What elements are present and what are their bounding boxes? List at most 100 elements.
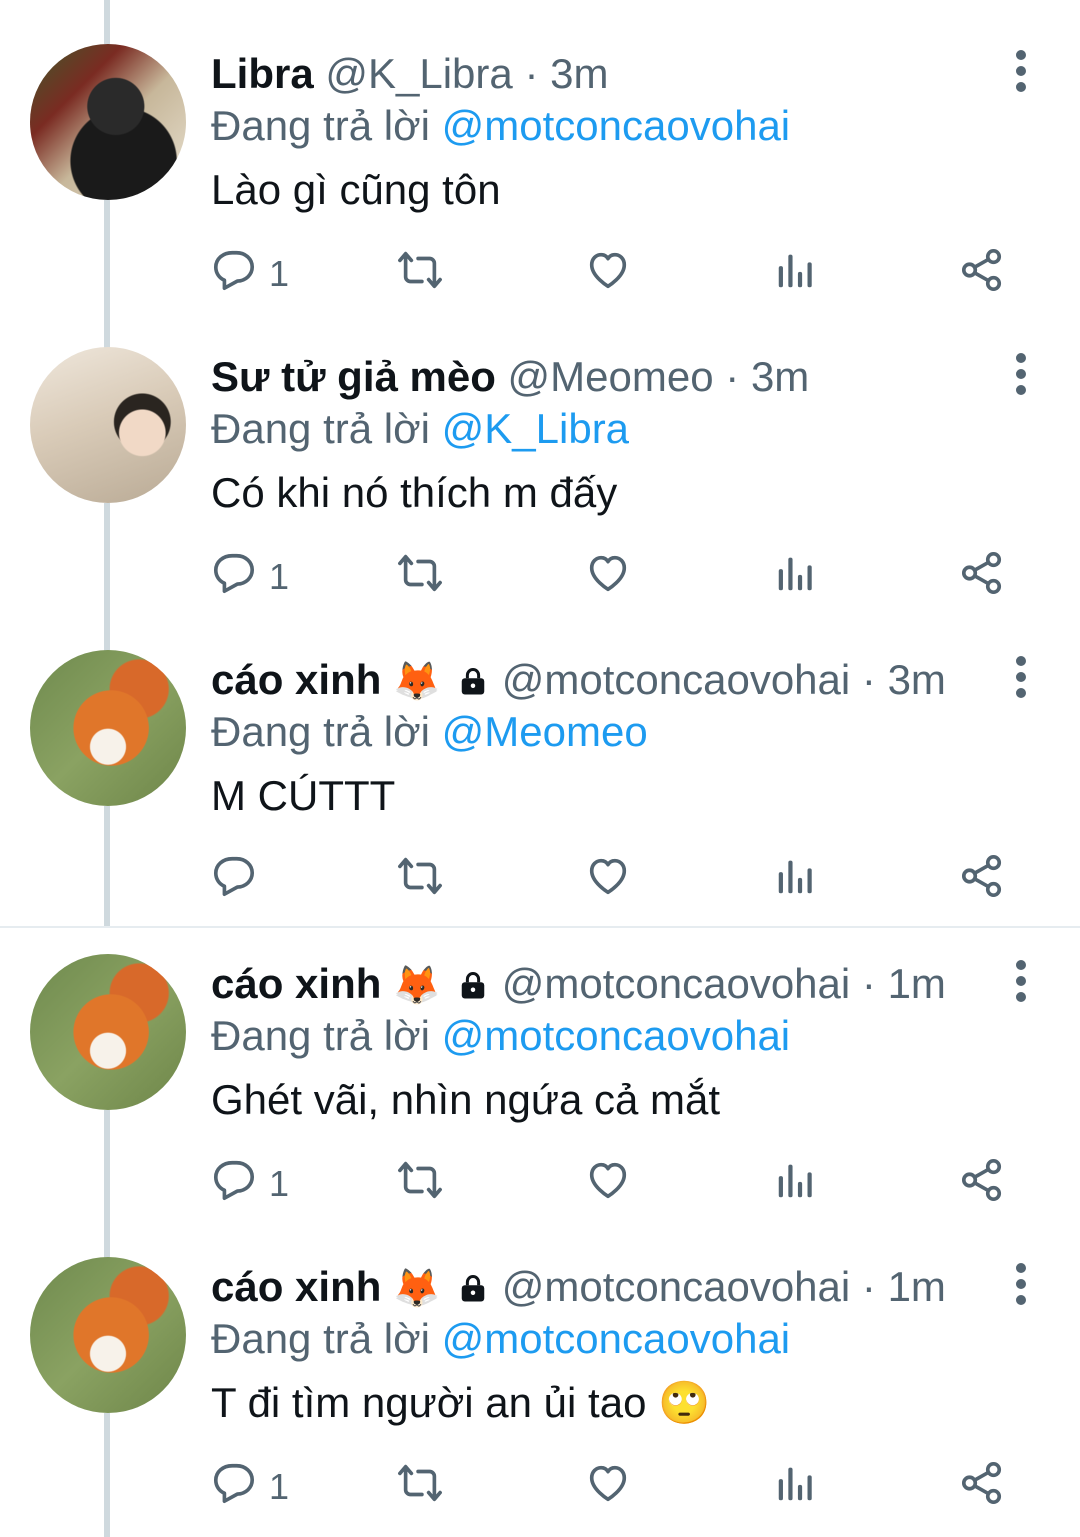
tweet-text: T đi tìm người an ủi tao 🙄 bbox=[211, 1379, 711, 1426]
like-button[interactable] bbox=[585, 854, 631, 906]
views-icon bbox=[773, 550, 819, 605]
replying-to: Đang trả lời @motconcaovohai bbox=[211, 1313, 790, 1365]
reply-count: 1 bbox=[269, 1466, 290, 1507]
user-handle[interactable]: @motconcaovohai bbox=[502, 1263, 851, 1310]
reply-icon bbox=[211, 247, 257, 302]
separator-dot: · bbox=[861, 1263, 876, 1310]
share-button[interactable] bbox=[959, 248, 1005, 300]
views-button[interactable] bbox=[773, 248, 819, 300]
display-name[interactable]: cáo xinh bbox=[211, 656, 381, 703]
views-button[interactable] bbox=[773, 854, 819, 906]
reply-button[interactable]: 1 bbox=[211, 1461, 289, 1513]
replying-prefix: Đang trả lời bbox=[211, 102, 430, 149]
reply-button[interactable]: 1 bbox=[211, 1158, 289, 1210]
replying-prefix: Đang trả lời bbox=[211, 405, 430, 452]
avatar[interactable] bbox=[30, 44, 186, 200]
like-button[interactable] bbox=[585, 1461, 631, 1513]
action-bar: 1 bbox=[211, 1158, 1011, 1210]
reply-count: 1 bbox=[269, 253, 290, 294]
replying-to: Đang trả lời @motconcaovohai bbox=[211, 100, 790, 152]
retweet-button[interactable] bbox=[397, 551, 443, 603]
reply-button[interactable]: 1 bbox=[211, 248, 289, 300]
replying-prefix: Đang trả lời bbox=[211, 1012, 430, 1059]
retweet-button[interactable] bbox=[397, 248, 443, 300]
user-handle[interactable]: @motconcaovohai bbox=[502, 960, 851, 1007]
display-name[interactable]: cáo xinh bbox=[211, 960, 381, 1007]
views-button[interactable] bbox=[773, 1158, 819, 1210]
timestamp[interactable]: 3m bbox=[751, 353, 809, 400]
retweet-icon bbox=[397, 550, 443, 605]
tweet[interactable]: cáo xinh 🦊 @motconcaovohai · 1m Đang trả… bbox=[0, 1213, 1080, 1516]
more-icon[interactable] bbox=[1014, 656, 1028, 698]
reply-icon bbox=[211, 1157, 257, 1212]
timestamp[interactable]: 3m bbox=[888, 656, 946, 703]
share-icon bbox=[959, 853, 1005, 908]
timestamp[interactable]: 1m bbox=[888, 1263, 946, 1310]
timestamp[interactable]: 3m bbox=[550, 50, 608, 97]
lock-icon bbox=[452, 1263, 490, 1310]
tweet[interactable]: cáo xinh 🦊 @motconcaovohai · 1m Đang trả… bbox=[0, 910, 1080, 1213]
lock-icon bbox=[452, 960, 490, 1007]
user-handle[interactable]: @K_Libra bbox=[325, 50, 512, 97]
reply-icon bbox=[211, 1460, 257, 1515]
reply-button[interactable] bbox=[211, 854, 269, 906]
mention-link[interactable]: @motconcaovohai bbox=[442, 102, 791, 149]
like-icon bbox=[585, 1157, 631, 1212]
tweet[interactable]: Libra @K_Libra · 3m Đang trả lời @motcon… bbox=[0, 0, 1080, 303]
reply-count: 1 bbox=[269, 556, 290, 597]
mention-link[interactable]: @motconcaovohai bbox=[442, 1315, 791, 1362]
share-icon bbox=[959, 1157, 1005, 1212]
avatar[interactable] bbox=[30, 954, 186, 1110]
more-icon[interactable] bbox=[1014, 960, 1028, 1002]
views-icon bbox=[773, 247, 819, 302]
display-name[interactable]: Sư tử giả mèo bbox=[211, 353, 496, 400]
display-name[interactable]: Libra bbox=[211, 50, 314, 97]
user-handle[interactable]: @Meomeo bbox=[508, 353, 714, 400]
reply-button[interactable]: 1 bbox=[211, 551, 289, 603]
retweet-button[interactable] bbox=[397, 854, 443, 906]
replying-to: Đang trả lời @K_Libra bbox=[211, 403, 629, 455]
views-button[interactable] bbox=[773, 1461, 819, 1513]
more-icon[interactable] bbox=[1014, 353, 1028, 395]
fox-emoji: 🦊 bbox=[393, 1268, 441, 1310]
reply-icon bbox=[211, 853, 257, 908]
retweet-icon bbox=[397, 247, 443, 302]
retweet-button[interactable] bbox=[397, 1461, 443, 1513]
action-bar: 1 bbox=[211, 248, 1011, 300]
mention-link[interactable]: @K_Libra bbox=[442, 405, 629, 452]
avatar[interactable] bbox=[30, 650, 186, 806]
timestamp[interactable]: 1m bbox=[888, 960, 946, 1007]
mention-link[interactable]: @motconcaovohai bbox=[442, 1012, 791, 1059]
tweet[interactable]: Sư tử giả mèo @Meomeo · 3m Đang trả lời … bbox=[0, 303, 1080, 606]
share-button[interactable] bbox=[959, 551, 1005, 603]
display-name[interactable]: cáo xinh bbox=[211, 1263, 381, 1310]
views-button[interactable] bbox=[773, 551, 819, 603]
tweet[interactable]: cáo xinh 🦊 @motconcaovohai · 3m Đang trả… bbox=[0, 606, 1080, 909]
share-button[interactable] bbox=[959, 854, 1005, 906]
fox-emoji: 🦊 bbox=[393, 965, 441, 1007]
retweet-icon bbox=[397, 1460, 443, 1515]
tweet-text: Lào gì cũng tôn bbox=[211, 166, 501, 213]
action-bar: 1 bbox=[211, 551, 1011, 603]
avatar[interactable] bbox=[30, 347, 186, 503]
reply-icon bbox=[211, 550, 257, 605]
share-button[interactable] bbox=[959, 1158, 1005, 1210]
like-button[interactable] bbox=[585, 1158, 631, 1210]
replying-to: Đang trả lời @Meomeo bbox=[211, 706, 648, 758]
like-button[interactable] bbox=[585, 551, 631, 603]
like-icon bbox=[585, 550, 631, 605]
mention-link[interactable]: @Meomeo bbox=[442, 708, 648, 755]
like-icon bbox=[585, 1460, 631, 1515]
tweet-header: cáo xinh 🦊 @motconcaovohai · 1m bbox=[211, 960, 946, 1010]
share-button[interactable] bbox=[959, 1461, 1005, 1513]
like-button[interactable] bbox=[585, 248, 631, 300]
more-icon[interactable] bbox=[1014, 50, 1028, 92]
more-icon[interactable] bbox=[1014, 1263, 1028, 1305]
share-icon bbox=[959, 1460, 1005, 1515]
retweet-button[interactable] bbox=[397, 1158, 443, 1210]
tweet-text: M CÚTTT bbox=[211, 772, 396, 819]
replying-prefix: Đang trả lời bbox=[211, 708, 430, 755]
user-handle[interactable]: @motconcaovohai bbox=[502, 656, 851, 703]
avatar[interactable] bbox=[30, 1257, 186, 1413]
like-icon bbox=[585, 853, 631, 908]
